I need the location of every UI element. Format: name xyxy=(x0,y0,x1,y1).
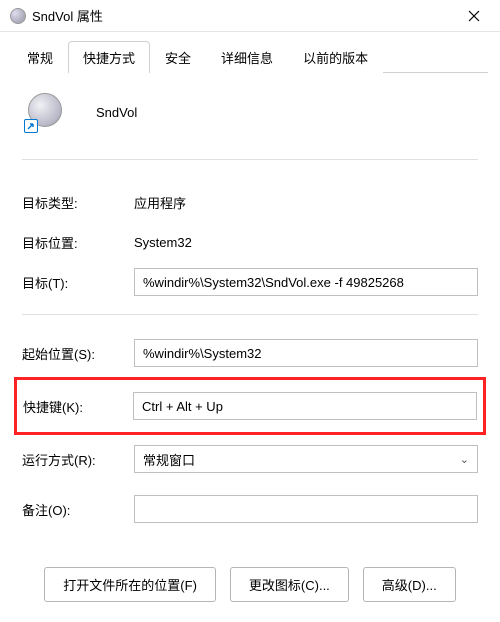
row-run: 运行方式(R): 常规窗口 ⌄ xyxy=(22,439,478,479)
label-shortcut-key: 快捷键(K): xyxy=(23,397,133,416)
tab-security[interactable]: 安全 xyxy=(150,41,206,73)
row-target-type: 目标类型: 应用程序 xyxy=(22,182,478,222)
button-row: 打开文件所在的位置(F) 更改图标(C)... 高级(D)... xyxy=(22,567,478,602)
window-title: SndVol 属性 xyxy=(32,6,452,25)
close-icon xyxy=(468,10,480,22)
shortcut-header: SndVol xyxy=(22,87,478,160)
open-file-location-button[interactable]: 打开文件所在的位置(F) xyxy=(44,567,216,602)
tab-content: SndVol 目标类型: 应用程序 目标位置: System32 目标(T): … xyxy=(0,73,500,616)
select-run-value: 常规窗口 xyxy=(143,450,195,469)
advanced-button[interactable]: 高级(D)... xyxy=(363,567,456,602)
label-target-type: 目标类型: xyxy=(22,193,134,212)
label-target: 目标(T): xyxy=(22,273,134,292)
row-target: 目标(T): xyxy=(22,262,478,302)
row-target-location: 目标位置: System32 xyxy=(22,222,478,262)
input-comment[interactable] xyxy=(134,495,478,523)
shortcut-name: SndVol xyxy=(96,105,137,120)
divider xyxy=(22,314,478,315)
tab-strip: 常规 快捷方式 安全 详细信息 以前的版本 xyxy=(0,32,500,72)
value-target-location: System32 xyxy=(134,235,478,250)
label-start-in: 起始位置(S): xyxy=(22,344,134,363)
value-target-type: 应用程序 xyxy=(134,193,478,212)
label-target-location: 目标位置: xyxy=(22,233,134,252)
tab-details[interactable]: 详细信息 xyxy=(206,41,288,73)
title-bar: SndVol 属性 xyxy=(0,0,500,32)
input-target[interactable] xyxy=(134,268,478,296)
highlighted-shortcut-row: 快捷键(K): xyxy=(14,377,486,435)
app-icon xyxy=(10,8,26,24)
tab-general[interactable]: 常规 xyxy=(12,41,68,73)
label-comment: 备注(O): xyxy=(22,500,134,519)
input-shortcut-key[interactable] xyxy=(133,392,477,420)
input-start-in[interactable] xyxy=(134,339,478,367)
close-button[interactable] xyxy=(452,2,496,30)
chevron-down-icon: ⌄ xyxy=(460,453,469,466)
row-comment: 备注(O): xyxy=(22,489,478,529)
select-run[interactable]: 常规窗口 ⌄ xyxy=(134,445,478,473)
tab-shortcut[interactable]: 快捷方式 xyxy=(68,41,150,73)
row-start-in: 起始位置(S): xyxy=(22,333,478,373)
shortcut-icon xyxy=(28,93,66,131)
label-run: 运行方式(R): xyxy=(22,450,134,469)
shortcut-arrow-badge xyxy=(24,119,38,133)
tab-previous-versions[interactable]: 以前的版本 xyxy=(288,41,383,73)
change-icon-button[interactable]: 更改图标(C)... xyxy=(230,567,349,602)
